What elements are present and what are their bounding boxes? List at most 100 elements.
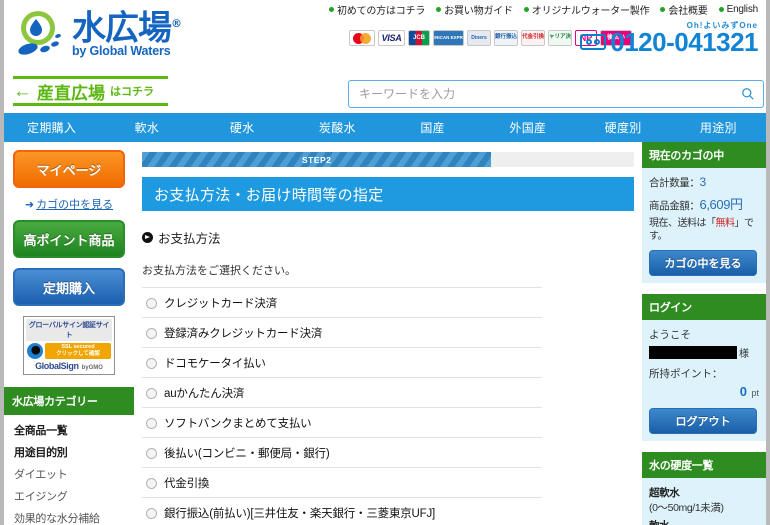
ssl-line1: SSL secured [61,344,95,350]
cart-quantity-row: 合計数量：3 [649,175,759,190]
payment-options-list: クレジットカード決済 登録済みクレジットカード決済 ドコモケータイ払い auかん… [142,287,542,525]
payment-option-bank-transfer[interactable]: 銀行振込(前払い)[三井住友・楽天銀行・三菱東京UFJ] [142,497,542,525]
hardness-range-ultra-soft: (0〜50mg/1未満) [649,502,724,514]
visa-logo: VISA [378,30,405,46]
payment-option-au[interactable]: auかんたん決済 [142,377,542,407]
globalsign-seal[interactable]: グローバルサイン認証サイト SSL secured クリックして確認 Globa… [23,316,115,375]
page-title: お支払方法・お届け時間等の指定 [142,177,634,211]
points-unit: pt [751,388,759,398]
radio-icon[interactable] [146,387,157,399]
gnav-item-kousui[interactable]: 硬水 [195,113,290,142]
radio-icon[interactable] [146,417,157,429]
diners-logo: Diners [467,30,491,46]
hardness-item-ultra-soft[interactable]: 超軟水 [649,485,759,500]
category-box: 水広場カテゴリー 全商品一覧 用途目的別 ダイエット エイジング 効果的な水分補… [4,387,134,525]
water-hardness-body: 超軟水 (0〜50mg/1未満) 軟水 [642,478,766,525]
payment-option-label: ソフトバンクまとめて支払い [164,418,312,430]
bullet-dot-icon [660,6,666,12]
user-name-row: 様 [649,345,759,360]
payment-option-docomo[interactable]: ドコモケータイ払い [142,347,542,377]
sanchoku-label: 産直広場 [37,83,105,103]
payment-option-registered-credit-card[interactable]: 登録済みクレジットカード決済 [142,317,542,347]
right-sidebar: 現在のカゴの中 合計数量：3 商品金額：6,609円 現在、送料は「無料」です。… [642,142,766,525]
gnav-item-kokusan[interactable]: 国産 [385,113,480,142]
category-item-hydration[interactable]: 効果的な水分補給 [4,507,134,525]
globalsign-name: GlobalSign [35,361,79,371]
mypage-button[interactable]: マイページ [13,150,125,188]
logo-subtitle: by Global Waters [72,44,171,59]
search-input[interactable] [357,86,741,102]
category-item-diet[interactable]: ダイエット [4,463,134,485]
globalsign-eye-icon [27,343,43,359]
arrow-right-icon: ➜ [24,199,35,211]
bullet-dot-icon [718,6,724,12]
toplink-original-water[interactable]: オリジナルウォーター製作 [523,2,650,17]
logout-button[interactable]: ログアウト [649,408,757,434]
radio-icon[interactable] [146,297,157,309]
water-drop-logo-icon [18,10,61,55]
ssl-line2: クリックして確認 [56,351,100,357]
payment-option-label: ドコモケータイ払い [164,358,266,370]
shipping-free-text: 無料 [715,218,736,229]
bullet-dot-icon [436,6,442,12]
gnav-item-koudobetsu[interactable]: 硬度別 [576,113,671,142]
user-name-redacted [649,346,737,359]
search-icon[interactable] [741,87,755,101]
high-point-products-button[interactable]: 高ポイント商品 [13,220,125,258]
toplink-shopping-guide[interactable]: お買い物ガイド [436,2,513,17]
cart-quantity-value: 3 [699,175,707,189]
radio-icon[interactable] [146,327,157,339]
category-item-aging[interactable]: エイジング [4,485,134,507]
radio-icon[interactable] [146,357,157,369]
radio-icon[interactable] [146,447,157,459]
gnav-item-gaikokusan[interactable]: 外国産 [480,113,575,142]
radio-icon[interactable] [146,507,157,519]
page-body: マイページ ➜ カゴの中を見る 高ポイント商品 定期購入 グローバルサイン認証サイ… [4,142,766,525]
gnav-item-teiki[interactable]: 定期購入 [4,113,99,142]
payment-option-label: 登録済みクレジットカード決済 [164,328,323,340]
login-panel: ログイン ようこそ 様 所持ポイント： 0 pt ログアウト [642,294,766,441]
category-item-by-purpose[interactable]: 用途目的別 [4,441,134,463]
subscription-button[interactable]: 定期購入 [13,268,125,306]
contact-phone: Oh!よいみずOne 0120-041321 [580,20,758,55]
gnav-item-tansansui[interactable]: 炭酸水 [290,113,385,142]
hardness-item-soft[interactable]: 軟水 [649,518,759,525]
toplink-label: English [726,3,759,15]
toplink-english[interactable]: English [718,3,759,15]
free-dial-icon [580,34,607,50]
mastercard-logo [349,30,375,46]
login-panel-title: ログイン [642,294,766,320]
toplink-label: 初めての方はコチラ [336,5,426,17]
search-bar[interactable] [348,80,764,108]
checkout-progress-bar: STEP2 [142,152,634,167]
globalsign-top-label: グローバルサイン認証サイト [26,319,112,341]
gnav-item-youtobetsu[interactable]: 用途別 [671,113,766,142]
category-box-title: 水広場カテゴリー [4,387,134,415]
gnav-item-nansui[interactable]: 軟水 [99,113,194,142]
welcome-label: ようこそ [649,329,691,341]
globalsign-gmo: byGMO [81,365,103,371]
cash-on-delivery-logo: 代金引換 [521,30,545,46]
view-cart-link[interactable]: ➜ カゴの中を見る [4,196,134,212]
water-hardness-panel: 水の硬度一覧 超軟水 (0〜50mg/1未満) 軟水 [642,452,766,525]
payment-option-deferred[interactable]: 後払い(コンビニ・郵便局・銀行) [142,437,542,467]
payment-option-cash-on-delivery[interactable]: 代金引換 [142,467,542,497]
jcb-logo: JCB [408,30,430,46]
checkout-progress-fill: STEP2 [142,152,492,167]
radio-icon[interactable] [146,477,157,489]
payment-option-softbank[interactable]: ソフトバンクまとめて支払い [142,407,542,437]
bullet-dot-icon [328,6,334,12]
view-cart-button[interactable]: カゴの中を見る [649,250,757,276]
logo-kanji: 水広場® [72,8,182,49]
toplink-company-profile[interactable]: 会社概要 [660,2,708,17]
sanchoku-hiroba-link[interactable]: ← 産直広場 はコチラ [13,76,168,106]
category-item-all-products[interactable]: 全商品一覧 [4,419,134,441]
points-value: 0 [739,384,748,399]
toplink-beginners[interactable]: 初めての方はコチラ [328,2,426,17]
bullet-dot-icon [523,6,529,12]
payment-option-label: 銀行振込(前払い)[三井住友・楽天銀行・三菱東京UFJ] [164,508,436,520]
site-logo[interactable]: 水広場® by Global Waters [14,6,204,64]
payment-option-credit-card[interactable]: クレジットカード決済 [142,287,542,317]
shipping-note-pre: 現在、送料は「 [649,218,716,229]
phone-number: 0120-041321 [610,27,758,57]
